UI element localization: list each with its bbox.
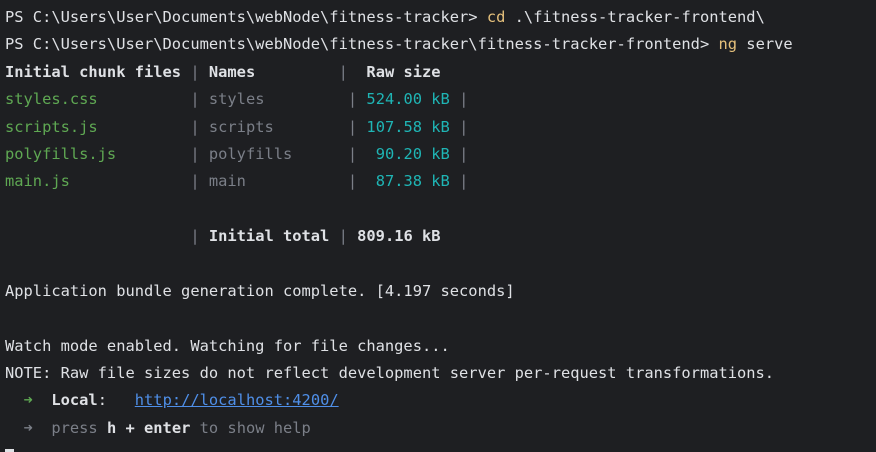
bundle-message: Application bundle generation complete. …: [5, 278, 876, 305]
chunk-size: 90.20 kB: [366, 144, 450, 163]
command-name: ng: [718, 35, 738, 54]
command-args: serve: [737, 35, 793, 54]
row-separator: |: [338, 117, 367, 136]
chunk-name: styles: [208, 90, 339, 109]
total-label: Initial total: [208, 227, 330, 246]
header-names: Names: [208, 62, 256, 81]
command-args: .\fitness-tracker-frontend\: [505, 8, 765, 26]
note-message: NOTE: Raw file sizes do not reflect deve…: [5, 360, 876, 387]
header-separator: |: [255, 62, 367, 81]
bundle-text: Application bundle generation complete. …: [5, 281, 515, 300]
chunk-table-header: Initial chunk files | Names | Raw size: [5, 59, 876, 86]
command-name: cd: [486, 8, 506, 26]
total-value: 809.16 kB: [357, 227, 441, 246]
chunk-file: polyfills.js: [5, 144, 182, 163]
cursor-line: [5, 442, 876, 452]
chunk-name: polyfills: [208, 144, 339, 163]
watch-text: Watch mode enabled. Watching for file ch…: [5, 336, 450, 355]
local-url-link[interactable]: http://localhost:4200/: [135, 391, 339, 409]
total-separator: |: [329, 227, 358, 246]
chunk-file: scripts.js: [5, 117, 182, 136]
chunk-file: styles.css: [5, 90, 182, 109]
chunk-table-row: styles.css | styles | 524.00 kB |: [5, 86, 876, 113]
chunk-table-row: scripts.js | scripts | 107.58 kB |: [5, 114, 876, 141]
row-end: |: [449, 117, 469, 136]
row-end: |: [449, 90, 469, 109]
total-separator: |: [5, 227, 209, 246]
prompt-path: PS C:\Users\User\Documents\webNode\fitne…: [5, 8, 487, 26]
help-keys: h + enter: [106, 418, 191, 437]
help-rest: to show help: [190, 418, 311, 437]
watch-message: Watch mode enabled. Watching for file ch…: [5, 333, 876, 360]
header-separator: |: [181, 62, 209, 81]
help-line: ➜ press h + enter to show help: [5, 415, 876, 442]
local-colon: :: [97, 391, 135, 410]
row-end: |: [449, 172, 469, 191]
row-separator: |: [181, 144, 209, 163]
chunk-name: main: [208, 172, 339, 191]
local-label: Local: [51, 391, 98, 410]
chunk-table-total: | Initial total | 809.16 kB: [5, 223, 876, 250]
prompt-path: PS C:\Users\User\Documents\webNode\fitne…: [5, 35, 719, 54]
arrow-right-icon: ➜: [5, 418, 52, 437]
chunk-file: main.js: [5, 172, 182, 191]
row-end: |: [449, 144, 469, 163]
chunk-name: scripts: [208, 117, 339, 136]
chunk-table-row: main.js | main | 87.38 kB |: [5, 168, 876, 195]
help-press: press: [51, 418, 107, 437]
prompt-line-ng-serve: PS C:\Users\User\Documents\webNode\fitne…: [5, 31, 876, 58]
row-separator: |: [338, 144, 367, 163]
prompt-line-cd: PS C:\Users\User\Documents\webNode\fitne…: [5, 4, 876, 31]
chunk-size: 107.58 kB: [366, 117, 450, 136]
note-text: NOTE: Raw file sizes do not reflect deve…: [5, 364, 775, 383]
arrow-right-icon: ➜: [5, 391, 52, 410]
chunk-size: 524.00 kB: [366, 90, 450, 109]
header-files: Initial chunk files: [5, 62, 182, 81]
terminal-output: PS C:\Users\User\Documents\webNode\fitne…: [5, 4, 876, 452]
chunk-table-row: polyfills.js | polyfills | 90.20 kB |: [5, 141, 876, 168]
row-separator: |: [338, 90, 367, 109]
row-separator: |: [181, 117, 209, 136]
row-separator: |: [181, 90, 209, 109]
local-url-line: ➜ Local: http://localhost:4200/: [5, 387, 876, 414]
header-raw-size: Raw size: [366, 62, 441, 81]
chunk-size: 87.38 kB: [366, 172, 450, 191]
row-separator: |: [338, 172, 367, 191]
row-separator: |: [181, 172, 209, 191]
